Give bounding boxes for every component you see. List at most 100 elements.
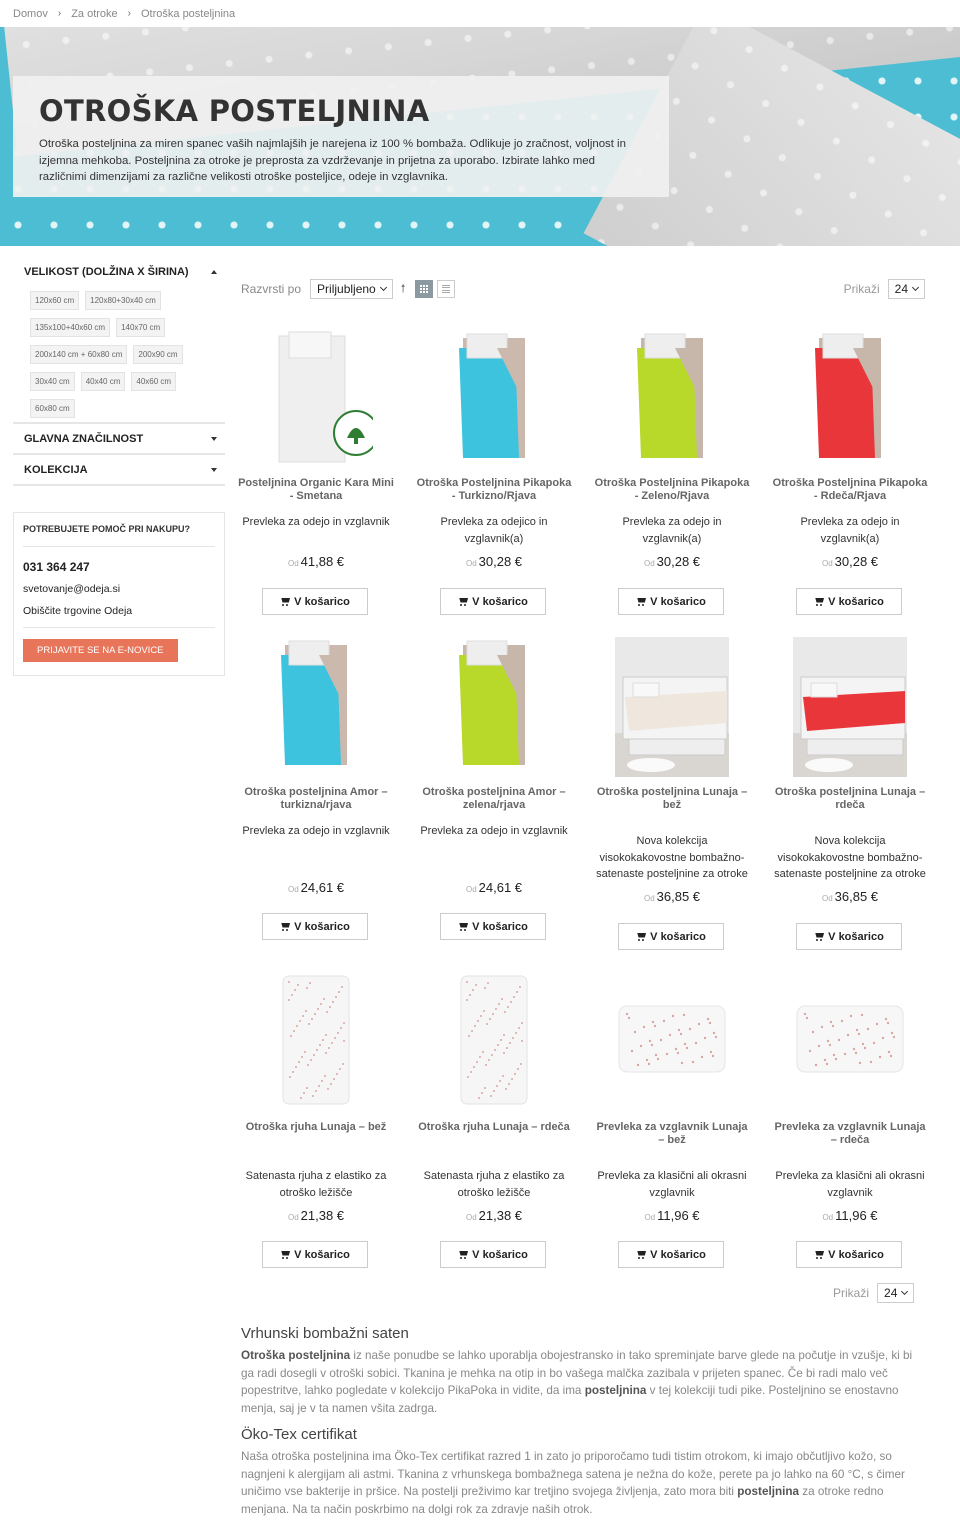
product-price: Od 11,96 € [592, 1208, 752, 1223]
product-price: Od 41,88 € [236, 554, 396, 569]
product-image[interactable] [437, 330, 551, 470]
product-image[interactable] [783, 637, 923, 777]
price-value: 11,96 € [835, 1208, 878, 1223]
add-to-cart-button[interactable]: V košarico [796, 588, 902, 615]
product-name[interactable]: Otroška posteljnina Amor – zelena/rjava [414, 786, 574, 812]
add-to-cart-button[interactable]: V košarico [618, 1241, 724, 1268]
product-name[interactable]: Prevleka za vzglavnik Lunaja – bež [592, 1121, 752, 1147]
price-prefix: Od [287, 885, 299, 894]
size-tag[interactable]: 40x60 cm [131, 372, 177, 391]
cart-icon [814, 1251, 824, 1259]
cart-icon [280, 598, 290, 606]
filter-collection-title: KOLEKCIJA [24, 463, 88, 476]
cart-icon [814, 598, 824, 606]
product-image[interactable] [259, 637, 373, 777]
product-name[interactable]: Otroška rjuha Lunaja – bež [236, 1121, 396, 1134]
seo-heading-2: Öko-Tex certifikat [241, 1426, 357, 1443]
product-name[interactable]: Otroška posteljnina Amor – turkizna/rjav… [236, 786, 396, 812]
hero-banner: OTROŠKA POSTELJNINA Otroška posteljnina … [0, 27, 960, 246]
product-image[interactable] [615, 970, 729, 1110]
add-to-cart-button[interactable]: V košarico [440, 588, 546, 615]
product-image[interactable] [437, 970, 551, 1110]
product-image[interactable] [259, 970, 373, 1110]
product-name[interactable]: Otroška posteljnina Lunaja – bež [592, 786, 752, 812]
product-description: Prevleka za klasični ali okrasni vzglavn… [775, 1170, 925, 1199]
product-description: Nova kolekcija visokokakovostne bombažno… [774, 835, 926, 880]
add-to-cart-button[interactable]: V košarico [262, 913, 368, 940]
product-description: Prevleka za klasični ali okrasni vzglavn… [597, 1170, 747, 1199]
breadcrumb-za-otroke[interactable]: Za otroke [71, 8, 117, 20]
filter-size-header[interactable]: VELIKOST (DOLŽINA X ŠIRINA) [13, 259, 225, 285]
show-count-select[interactable]: 24 [887, 279, 925, 299]
show-count-select-bottom[interactable]: 24 [877, 1283, 915, 1303]
product-price: Od 11,96 € [770, 1208, 930, 1223]
product-name[interactable]: Otroška posteljnina Lunaja – rdeča [770, 786, 930, 812]
help-box: POTREBUJETE POMOČ PRI NAKUPU? 031 364 24… [13, 512, 225, 676]
sort-label: Razvrsti po [241, 282, 302, 296]
size-tag[interactable]: 200x90 cm [133, 345, 183, 364]
product-description: Prevleka za odejo in vzglavnik [420, 825, 568, 837]
breadcrumb-current: Otroška posteljnina [141, 7, 236, 20]
cart-icon [458, 598, 468, 606]
product-name[interactable]: Otroška Posteljnina Pikapoka - Zeleno/Rj… [592, 477, 752, 503]
seo-paragraph-1: Otroška posteljnina iz naše ponudbe se l… [241, 1347, 927, 1417]
sort-direction-arrow-icon[interactable]: 🠕 [401, 280, 406, 299]
product-description: Prevleka za odejo in vzglavnik(a) [622, 516, 722, 545]
price-value: 30,28 € [656, 554, 701, 569]
product-name[interactable]: Otroška rjuha Lunaja – rdeča [414, 1121, 574, 1134]
product-image[interactable] [793, 330, 907, 470]
size-tag[interactable]: 60x80 cm [30, 399, 75, 418]
product-image[interactable] [615, 330, 729, 470]
size-tag[interactable]: 120x80+30x40 cm [85, 291, 161, 310]
breadcrumb: Domov › Za otroke › Otroška posteljnina [0, 0, 960, 27]
add-to-cart-button[interactable]: V košarico [618, 923, 724, 950]
add-to-cart-button[interactable]: V košarico [440, 913, 546, 940]
help-phone[interactable]: 031 364 247 [23, 547, 215, 578]
grid-view-button[interactable] [415, 280, 434, 298]
add-to-cart-button[interactable]: V košarico [796, 1241, 902, 1268]
list-view-button[interactable] [437, 280, 456, 298]
add-to-cart-button[interactable]: V košarico [440, 1241, 546, 1268]
product-price: Od 30,28 € [770, 554, 930, 569]
product-image[interactable] [793, 970, 907, 1110]
add-to-cart-button[interactable]: V košarico [262, 1241, 368, 1268]
add-to-cart-button[interactable]: V košarico [796, 923, 902, 950]
breadcrumb-home[interactable]: Domov [13, 8, 48, 20]
cart-icon [280, 1251, 290, 1259]
chevron-down-icon [901, 1287, 909, 1296]
product-image[interactable] [437, 637, 551, 777]
price-value: 21,38 € [478, 1208, 523, 1223]
product-name[interactable]: Prevleka za vzglavnik Lunaja – rdeča [770, 1121, 930, 1147]
add-to-cart-button[interactable]: V košarico [262, 588, 368, 615]
filter-feature-header[interactable]: GLAVNA ZNAČILNOST [13, 424, 225, 455]
add-to-cart-label: V košarico [650, 595, 706, 608]
price-value: 24,61 € [300, 880, 345, 895]
product-image[interactable] [605, 637, 745, 777]
caret-down-icon [211, 467, 217, 472]
help-email[interactable]: svetovanje@odeja.si [23, 578, 215, 600]
cart-icon [636, 598, 646, 606]
product-name[interactable]: Otroška Posteljnina Pikapoka - Turkizno/… [414, 477, 574, 503]
bottom-show-control: Prikaži 24 [833, 1283, 915, 1303]
size-tag[interactable]: 140x70 cm [116, 318, 166, 337]
cart-icon [280, 923, 290, 931]
product-price: Od 30,28 € [592, 554, 752, 569]
help-stores-link[interactable]: Obiščite trgovine Odeja [23, 600, 215, 622]
filter-collection-header[interactable]: KOLEKCIJA [13, 455, 225, 486]
size-tag[interactable]: 40x40 cm [80, 372, 126, 391]
caret-down-icon [211, 436, 217, 441]
product-name[interactable]: Posteljnina Organic Kara Mini - Smetana [236, 477, 396, 503]
product-image[interactable] [259, 330, 379, 470]
size-tag[interactable]: 135x100+40x60 cm [30, 318, 111, 337]
product-description: Prevleka za odejo in vzglavnik(a) [800, 516, 900, 545]
add-to-cart-button[interactable]: V košarico [618, 588, 724, 615]
product-name[interactable]: Otroška Posteljnina Pikapoka - Rdeča/Rja… [770, 477, 930, 503]
size-tag[interactable]: 200x140 cm + 60x80 cm [30, 345, 128, 364]
chevron-down-icon [379, 283, 387, 292]
sort-select[interactable]: Priljubljeno [310, 279, 393, 299]
size-tag[interactable]: 30x40 cm [30, 372, 75, 391]
size-tag[interactable]: 120x60 cm [30, 291, 80, 310]
product-description: Nova kolekcija visokokakovostne bombažno… [596, 835, 748, 880]
newsletter-button[interactable]: PRIJAVITE SE NA E-NOVICE [23, 639, 178, 662]
help-title: POTREBUJETE POMOČ PRI NAKUPU? [23, 513, 215, 547]
